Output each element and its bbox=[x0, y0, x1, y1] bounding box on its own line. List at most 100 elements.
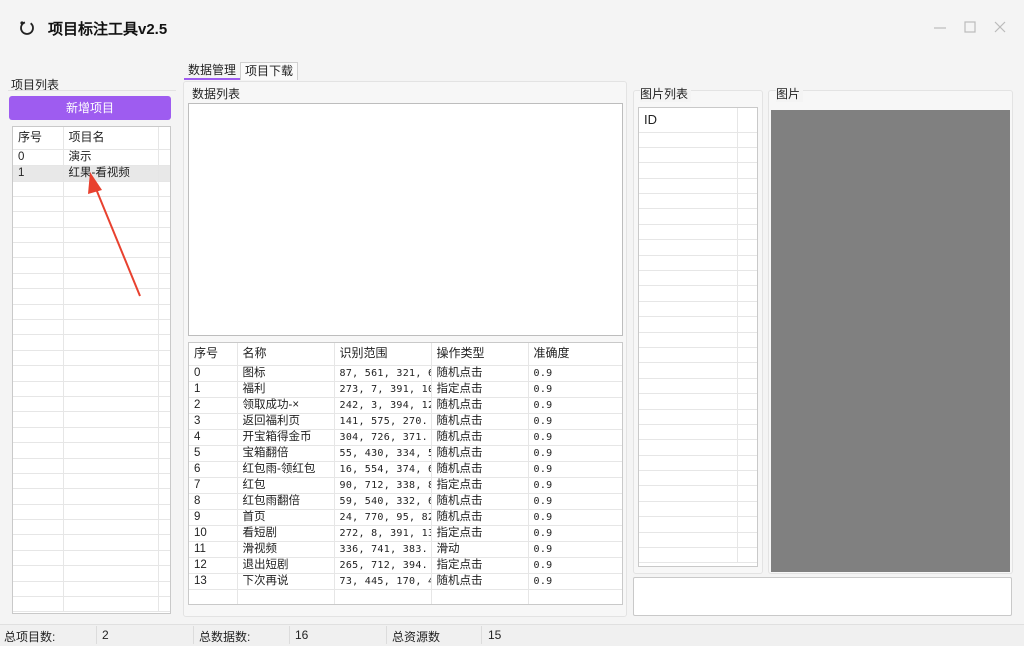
empty-cell bbox=[158, 257, 170, 274]
data-row[interactable]: 12退出短剧265, 712, 394. . .指定点击0.9 bbox=[189, 557, 622, 574]
empty-cell bbox=[158, 458, 170, 474]
empty-row bbox=[13, 565, 170, 582]
data-preview-area[interactable] bbox=[188, 103, 623, 336]
empty-cell bbox=[63, 458, 159, 474]
data-name: 福利 bbox=[237, 381, 335, 398]
data-range: 73, 445, 170, 479 bbox=[334, 573, 432, 590]
empty-cell bbox=[737, 362, 757, 379]
image-id-grid[interactable]: ID bbox=[638, 107, 758, 567]
data-row[interactable]: 8红包雨翻倍59, 540, 332, 629随机点击0.9 bbox=[189, 493, 622, 510]
empty-cell bbox=[737, 208, 757, 225]
tab-project-download[interactable]: 项目下载 bbox=[240, 62, 299, 80]
empty-cell bbox=[158, 442, 170, 459]
empty-cell bbox=[431, 604, 528, 605]
minimize-icon[interactable] bbox=[932, 19, 948, 35]
log-textbox[interactable] bbox=[633, 577, 1012, 616]
close-icon[interactable] bbox=[992, 19, 1008, 35]
data-name: 看短剧 bbox=[237, 525, 335, 542]
empty-row bbox=[639, 301, 757, 318]
app-logo-icon bbox=[18, 19, 36, 37]
empty-row bbox=[639, 532, 757, 549]
data-index: 12 bbox=[189, 557, 238, 574]
empty-cell bbox=[737, 239, 757, 256]
empty-cell bbox=[737, 332, 757, 348]
empty-cell bbox=[737, 485, 757, 502]
empty-cell bbox=[737, 378, 757, 395]
empty-cell bbox=[639, 485, 738, 502]
data-row[interactable]: 5宝箱翻倍55, 430, 334, 520随机点击0.9 bbox=[189, 445, 622, 462]
tab-data-management[interactable]: 数据管理 bbox=[184, 62, 241, 80]
column-header-range[interactable]: 识别范围 bbox=[334, 343, 432, 366]
data-row[interactable]: 0图标87, 561, 321, 688随机点击0.9 bbox=[189, 365, 622, 382]
empty-row bbox=[13, 365, 170, 382]
divider bbox=[481, 626, 482, 644]
data-accuracy: 0.9 bbox=[528, 381, 622, 398]
column-header-accuracy[interactable]: 准确度 bbox=[528, 343, 622, 366]
empty-row bbox=[639, 439, 757, 456]
column-header-name[interactable]: 名称 bbox=[237, 343, 335, 366]
empty-cell bbox=[737, 409, 757, 425]
empty-cell bbox=[639, 239, 738, 256]
project-index: 0 bbox=[13, 149, 64, 166]
empty-row bbox=[639, 501, 757, 518]
data-row[interactable]: 1 福利 273, 7, 391, 103 指定点击 0.9 bbox=[189, 381, 622, 398]
empty-cell bbox=[158, 581, 170, 598]
data-action-type: 随机点击 bbox=[431, 461, 529, 478]
data-row[interactable]: 11滑视频336, 741, 383. . .滑动0.9 bbox=[189, 541, 622, 558]
empty-cell bbox=[639, 301, 738, 318]
empty-cell bbox=[158, 365, 170, 382]
empty-cell bbox=[737, 285, 757, 302]
empty-cell bbox=[158, 396, 170, 413]
annotation-arrow-icon bbox=[88, 172, 141, 297]
data-range: 336, 741, 383. . . bbox=[334, 541, 432, 558]
project-count-value: 2 bbox=[102, 628, 109, 642]
empty-cell bbox=[13, 473, 64, 490]
empty-row bbox=[639, 208, 757, 225]
empty-cell bbox=[63, 365, 159, 382]
data-row[interactable]: 3返回福利页141, 575, 270. . .随机点击0.9 bbox=[189, 413, 622, 430]
empty-cell bbox=[63, 488, 159, 505]
empty-row bbox=[639, 178, 757, 195]
maximize-icon[interactable] bbox=[962, 19, 978, 35]
data-name: 退出短剧 bbox=[237, 557, 335, 574]
column-header-index[interactable]: 序号 bbox=[13, 127, 64, 150]
data-row[interactable]: 6红包雨-领红包16, 554, 374, 651随机点击0.9 bbox=[189, 461, 622, 478]
data-index: 7 bbox=[189, 477, 238, 494]
empty-row bbox=[639, 455, 757, 472]
empty-cell bbox=[13, 181, 64, 197]
column-header-action[interactable]: 操作类型 bbox=[431, 343, 529, 366]
empty-cell bbox=[13, 534, 64, 551]
empty-cell bbox=[189, 589, 238, 604]
data-grid[interactable]: 序号 名称 识别范围 操作类型 准确度 0图标87, 561, 321, 688… bbox=[188, 342, 623, 605]
data-row[interactable]: 2 领取成功-× 242, 3, 394, 126 随机点击 0.9 bbox=[189, 397, 622, 414]
empty-cell bbox=[13, 504, 64, 521]
project-index: 1 bbox=[13, 165, 64, 182]
empty-cell bbox=[639, 516, 738, 533]
data-row[interactable]: 7红包90, 712, 338, 824指定点击0.9 bbox=[189, 477, 622, 494]
empty-cell bbox=[63, 427, 159, 444]
data-action-type: 指定点击 bbox=[431, 557, 529, 574]
project-row[interactable]: 0 演示 bbox=[13, 149, 170, 166]
add-project-button[interactable]: 新增项目 bbox=[9, 96, 171, 120]
data-accuracy: 0.9 bbox=[528, 477, 622, 494]
empty-cell bbox=[737, 270, 757, 287]
divider bbox=[289, 626, 290, 644]
data-action-type: 随机点击 bbox=[431, 509, 529, 526]
data-range: 265, 712, 394. . . bbox=[334, 557, 432, 574]
divider bbox=[8, 90, 176, 91]
column-header-id[interactable]: ID bbox=[639, 108, 738, 133]
empty-row bbox=[639, 378, 757, 395]
data-action-type: 指定点击 bbox=[431, 477, 529, 494]
data-row[interactable]: 10 看短剧 272, 8, 391, 136 指定点击 0.9 bbox=[189, 525, 622, 542]
data-row[interactable]: 4开宝箱得金币304, 726, 371. . .随机点击0.9 bbox=[189, 429, 622, 446]
data-row[interactable]: 13下次再说73, 445, 170, 479随机点击0.9 bbox=[189, 573, 622, 590]
data-name: 红包雨-领红包 bbox=[237, 461, 335, 478]
column-header-project-name[interactable]: 项目名 bbox=[63, 127, 159, 150]
empty-cell bbox=[63, 381, 159, 397]
data-action-type: 随机点击 bbox=[431, 413, 529, 430]
empty-cell bbox=[737, 424, 757, 441]
empty-cell bbox=[13, 442, 64, 459]
column-header-index[interactable]: 序号 bbox=[189, 343, 238, 366]
data-row[interactable]: 9 首页 24, 770, 95, 823 随机点击 0.9 bbox=[189, 509, 622, 526]
empty-cell bbox=[639, 147, 738, 164]
